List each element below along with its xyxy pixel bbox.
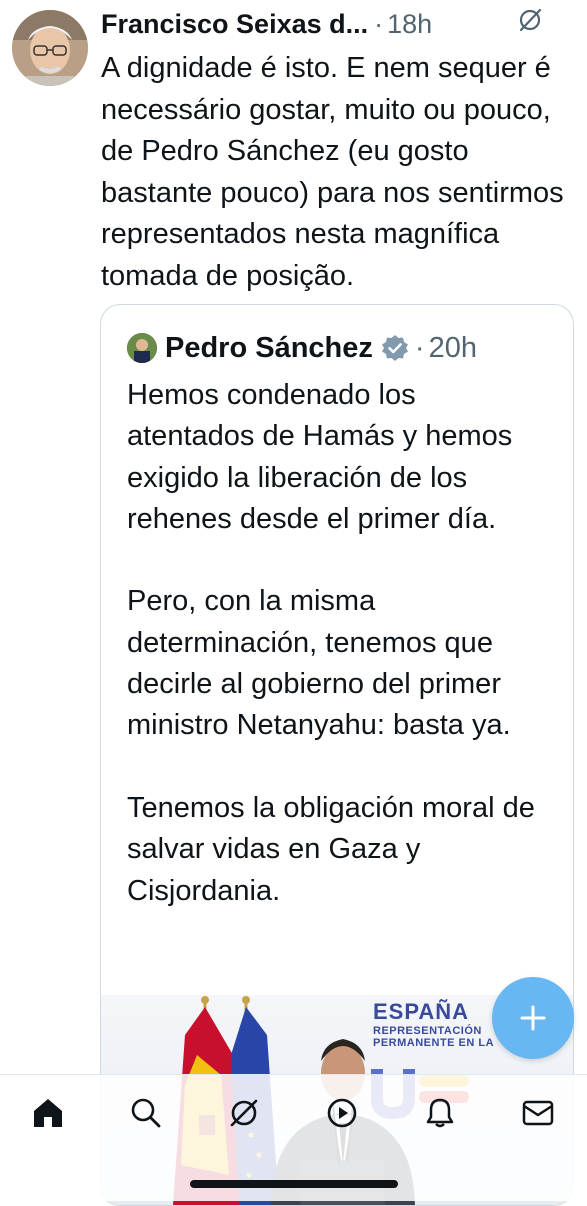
- quoted-tweet-card[interactable]: Pedro Sánchez · 20h Hemos condenado los …: [100, 304, 574, 1206]
- tab-video[interactable]: [322, 1093, 362, 1133]
- quoted-tweet-time: 20h: [428, 331, 477, 364]
- tab-grok[interactable]: [224, 1093, 264, 1133]
- header-separator: ·: [374, 8, 384, 39]
- search-icon: [131, 1098, 161, 1128]
- author-avatar[interactable]: [12, 10, 88, 86]
- tab-notifications[interactable]: [420, 1093, 460, 1133]
- home-icon: [34, 1099, 62, 1127]
- media-brand-logo: ESPAÑA REPRESENTACIÓN PERMANENTE EN LA: [373, 999, 494, 1049]
- bell-icon: [426, 1098, 454, 1128]
- mail-icon: [522, 1100, 554, 1126]
- tab-home[interactable]: [28, 1093, 68, 1133]
- verified-badge-icon: [381, 335, 408, 361]
- brand-line-1: ESPAÑA: [373, 999, 470, 1024]
- tab-messages[interactable]: [518, 1093, 558, 1133]
- tweet-header: Francisco Seixas d... · 18h: [101, 6, 581, 42]
- quoted-tweet-text: Hemos condenado los atentados de Hamás y…: [127, 379, 535, 907]
- author-name[interactable]: Francisco Seixas d...: [101, 9, 368, 40]
- quoted-author-name: Pedro Sánchez: [165, 331, 373, 364]
- quoted-header-separator: ·: [414, 331, 425, 364]
- tab-search[interactable]: [126, 1093, 166, 1133]
- brand-line-2: REPRESENTACIÓN: [373, 1025, 482, 1037]
- grok-icon: [230, 1099, 258, 1127]
- quoted-tweet-header: Pedro Sánchez · 20h: [127, 329, 477, 367]
- plus-icon: [520, 1005, 546, 1031]
- grok-icon[interactable]: [517, 7, 543, 33]
- home-indicator: [190, 1180, 398, 1188]
- tweet-text: A dignidade é isto. E nem sequer é neces…: [101, 52, 564, 292]
- avatar-photo: [12, 10, 88, 86]
- brand-line-3: PERMANENTE EN LA: [373, 1037, 495, 1049]
- compose-button[interactable]: [492, 977, 574, 1059]
- video-icon: [327, 1098, 357, 1128]
- tweet-time[interactable]: 18h: [387, 9, 432, 40]
- quoted-author-avatar: [127, 333, 157, 363]
